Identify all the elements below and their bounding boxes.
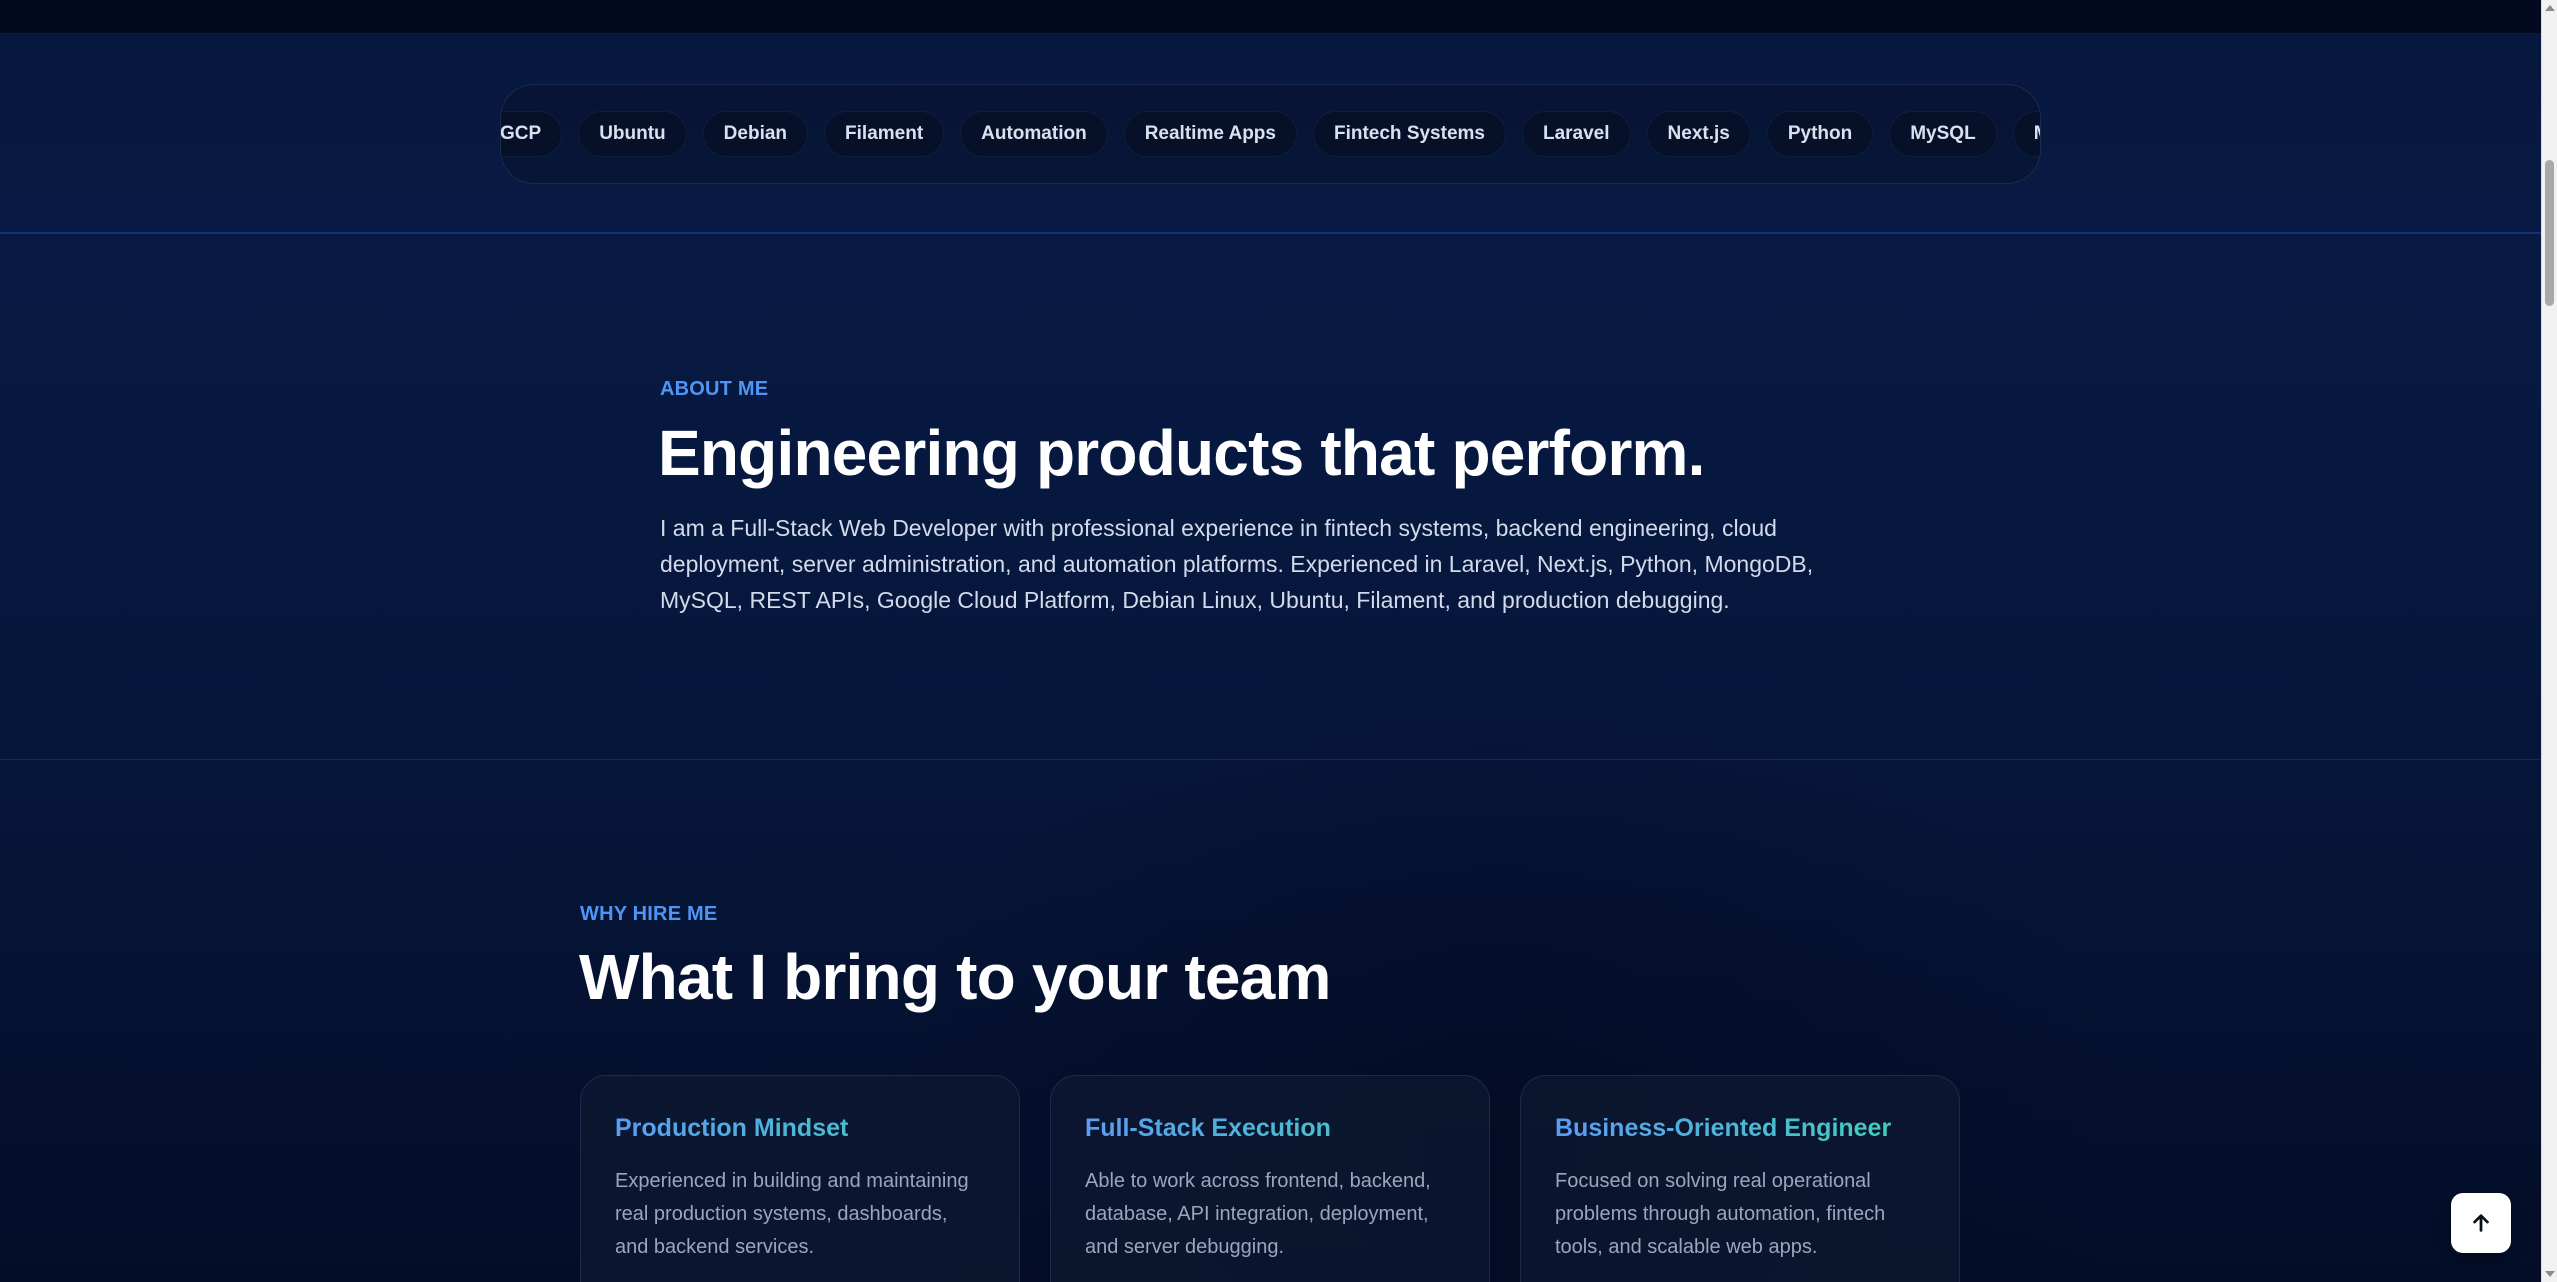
feature-card-business-oriented: Business-Oriented Engineer Focused on so… bbox=[1520, 1075, 1960, 1282]
feature-card-title: Full-Stack Execution bbox=[1085, 1114, 1455, 1143]
tech-marquee: GCP Ubuntu Debian Filament Automation Re… bbox=[500, 84, 2041, 184]
scrollbar-thumb[interactable] bbox=[2545, 160, 2554, 306]
tech-chip: Ubuntu bbox=[578, 111, 687, 157]
tech-chip: Realtime Apps bbox=[1123, 111, 1297, 157]
tech-chip: GCP bbox=[501, 111, 563, 157]
feature-card-title: Production Mindset bbox=[615, 1114, 985, 1143]
tech-chip: Automation bbox=[960, 111, 1108, 157]
about-eyebrow: ABOUT ME bbox=[660, 378, 769, 400]
why-title: What I bring to your team bbox=[579, 941, 1331, 1013]
tech-chip: Fintech Systems bbox=[1312, 111, 1506, 157]
scroll-down-arrow-icon[interactable] bbox=[2545, 1271, 2555, 1277]
arrow-up-icon bbox=[2473, 1214, 2489, 1232]
why-eyebrow: WHY HIRE ME bbox=[580, 903, 718, 925]
feature-card-body: Able to work across frontend, backend, d… bbox=[1085, 1170, 1431, 1258]
feature-cards: Production Mindset Experienced in buildi… bbox=[580, 1075, 1961, 1282]
tech-marquee-section: GCP Ubuntu Debian Filament Automation Re… bbox=[0, 34, 2541, 234]
feature-card-title: Business-Oriented Engineer bbox=[1555, 1114, 1925, 1143]
tech-chip: Python bbox=[1766, 111, 1874, 157]
tech-chip: MySQL bbox=[1889, 111, 1997, 157]
top-nav-bar bbox=[0, 0, 2541, 34]
scroll-up-arrow-icon[interactable] bbox=[2545, 5, 2555, 11]
tech-chip: MongoDB bbox=[2012, 111, 2040, 157]
about-body: I am a Full-Stack Web Developer with pro… bbox=[660, 515, 1814, 613]
tech-marquee-track: GCP Ubuntu Debian Filament Automation Re… bbox=[501, 111, 2040, 157]
back-to-top-button[interactable] bbox=[2451, 1193, 2511, 1253]
why-hire-section: WHY HIRE ME What I bring to your team Pr… bbox=[0, 760, 2541, 1282]
about-section: ABOUT ME Engineering products that perfo… bbox=[0, 234, 2541, 760]
page-scrollbar[interactable] bbox=[2541, 0, 2557, 1282]
feature-card-production-mindset: Production Mindset Experienced in buildi… bbox=[580, 1075, 1020, 1282]
tech-chip: Laravel bbox=[1521, 111, 1631, 157]
feature-card-body: Experienced in building and maintaining … bbox=[615, 1170, 969, 1258]
page: GCP Ubuntu Debian Filament Automation Re… bbox=[0, 0, 2557, 1282]
about-title: Engineering products that perform. bbox=[658, 417, 1705, 489]
tech-chip: Next.js bbox=[1646, 111, 1751, 157]
tech-chip: Debian bbox=[702, 111, 809, 157]
feature-card-full-stack-execution: Full-Stack Execution Able to work across… bbox=[1050, 1075, 1490, 1282]
feature-card-body: Focused on solving real operational prob… bbox=[1555, 1170, 1886, 1258]
tech-chip: Filament bbox=[824, 111, 945, 157]
